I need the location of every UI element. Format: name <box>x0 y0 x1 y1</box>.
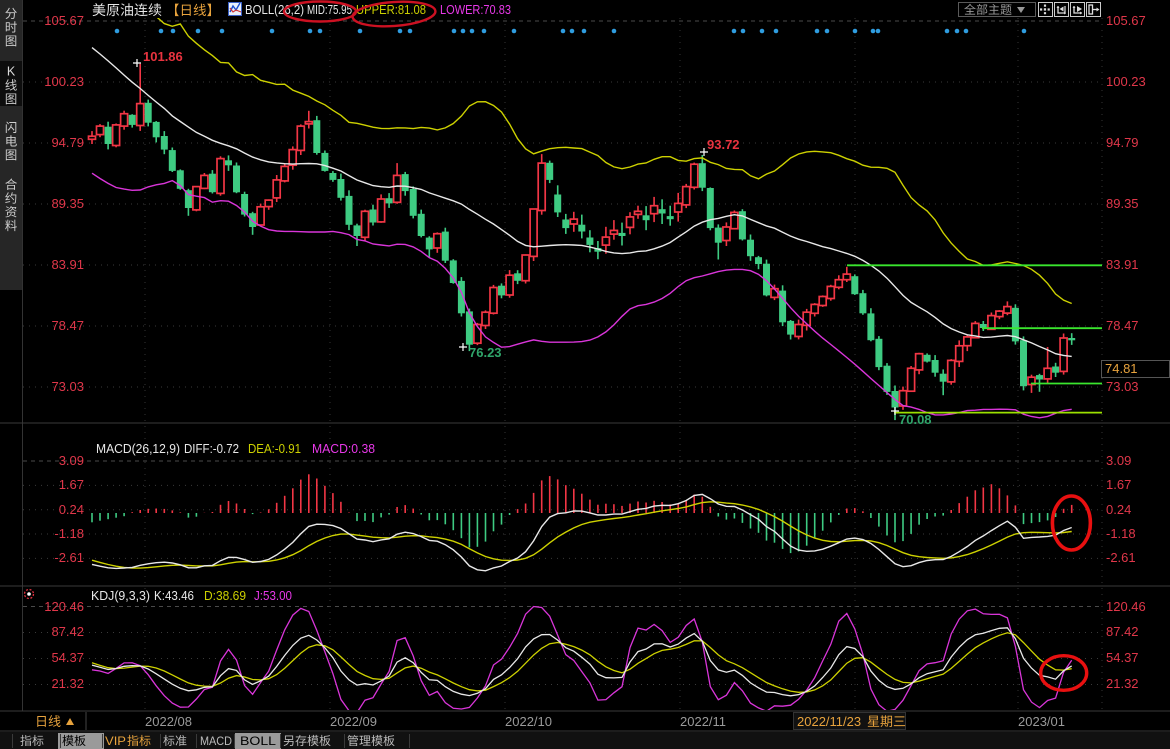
svg-text:105.67: 105.67 <box>44 13 84 28</box>
svg-text:120.46: 120.46 <box>44 599 84 614</box>
svg-text:-2.61: -2.61 <box>54 550 84 565</box>
svg-text:2022/11/23: 2022/11/23 <box>797 714 861 729</box>
svg-text:J:53.00: J:53.00 <box>254 589 292 603</box>
svg-text:LOWER:70.83: LOWER:70.83 <box>440 2 511 17</box>
svg-text:89.35: 89.35 <box>51 196 84 211</box>
svg-text:-1.18: -1.18 <box>1106 526 1136 541</box>
svg-text:94.79: 94.79 <box>51 135 84 150</box>
svg-text:78.47: 78.47 <box>1106 318 1139 333</box>
svg-text:105.67: 105.67 <box>1106 13 1146 28</box>
svg-text:3.09: 3.09 <box>1106 453 1131 468</box>
svg-text:120.46: 120.46 <box>1106 599 1146 614</box>
svg-text:K: K <box>7 65 16 79</box>
svg-text:MACD: MACD <box>200 734 232 748</box>
svg-text:UPPER:81.08: UPPER:81.08 <box>356 2 426 17</box>
svg-text:73.03: 73.03 <box>51 379 84 394</box>
svg-text:87.42: 87.42 <box>1106 624 1139 639</box>
svg-text:70.08: 70.08 <box>899 412 932 427</box>
svg-text:94.79: 94.79 <box>1106 135 1139 150</box>
svg-text:74.81: 74.81 <box>1105 361 1138 376</box>
svg-text:KDJ(9,3,3): KDJ(9,3,3) <box>91 589 150 603</box>
svg-text:2022/08: 2022/08 <box>145 714 192 729</box>
svg-text:54.37: 54.37 <box>51 650 84 665</box>
svg-text:D:38.69: D:38.69 <box>204 589 246 603</box>
svg-text:2022/11: 2022/11 <box>680 714 726 729</box>
svg-text:73.03: 73.03 <box>1106 379 1139 394</box>
svg-text:BOLL: BOLL <box>240 734 276 748</box>
svg-text:87.42: 87.42 <box>51 624 84 639</box>
svg-text:3.09: 3.09 <box>59 453 84 468</box>
svg-text:-2.61: -2.61 <box>1106 550 1136 565</box>
svg-text:1.67: 1.67 <box>59 477 84 492</box>
svg-text:2022/09: 2022/09 <box>330 714 377 729</box>
svg-text:21.32: 21.32 <box>51 676 84 691</box>
svg-text:K:43.46: K:43.46 <box>154 589 194 603</box>
svg-text:2023/01: 2023/01 <box>1018 714 1065 729</box>
svg-text:54.37: 54.37 <box>1106 650 1139 665</box>
svg-text:76.23: 76.23 <box>469 345 502 360</box>
svg-text:83.91: 83.91 <box>51 257 84 272</box>
svg-text:DIFF:-0.72: DIFF:-0.72 <box>184 442 239 456</box>
svg-text:DEA:-0.91: DEA:-0.91 <box>248 442 301 456</box>
svg-text:21.32: 21.32 <box>1106 676 1139 691</box>
svg-text:101.86: 101.86 <box>143 49 183 64</box>
svg-text:78.47: 78.47 <box>51 318 84 333</box>
svg-text:100.23: 100.23 <box>1106 74 1146 89</box>
svg-text:93.72: 93.72 <box>707 137 740 152</box>
svg-text:1.67: 1.67 <box>1106 477 1131 492</box>
svg-text:VIP: VIP <box>105 734 126 748</box>
svg-text:100.23: 100.23 <box>44 74 84 89</box>
svg-text:0.24: 0.24 <box>1106 502 1131 517</box>
svg-text:0.24: 0.24 <box>59 502 84 517</box>
svg-text:MACD:0.38: MACD:0.38 <box>312 442 375 456</box>
svg-text:2022/10: 2022/10 <box>505 714 552 729</box>
svg-text:83.91: 83.91 <box>1106 257 1139 272</box>
svg-text:89.35: 89.35 <box>1106 196 1139 211</box>
svg-text:MACD(26,12,9): MACD(26,12,9) <box>96 442 180 456</box>
svg-text:-1.18: -1.18 <box>54 526 84 541</box>
